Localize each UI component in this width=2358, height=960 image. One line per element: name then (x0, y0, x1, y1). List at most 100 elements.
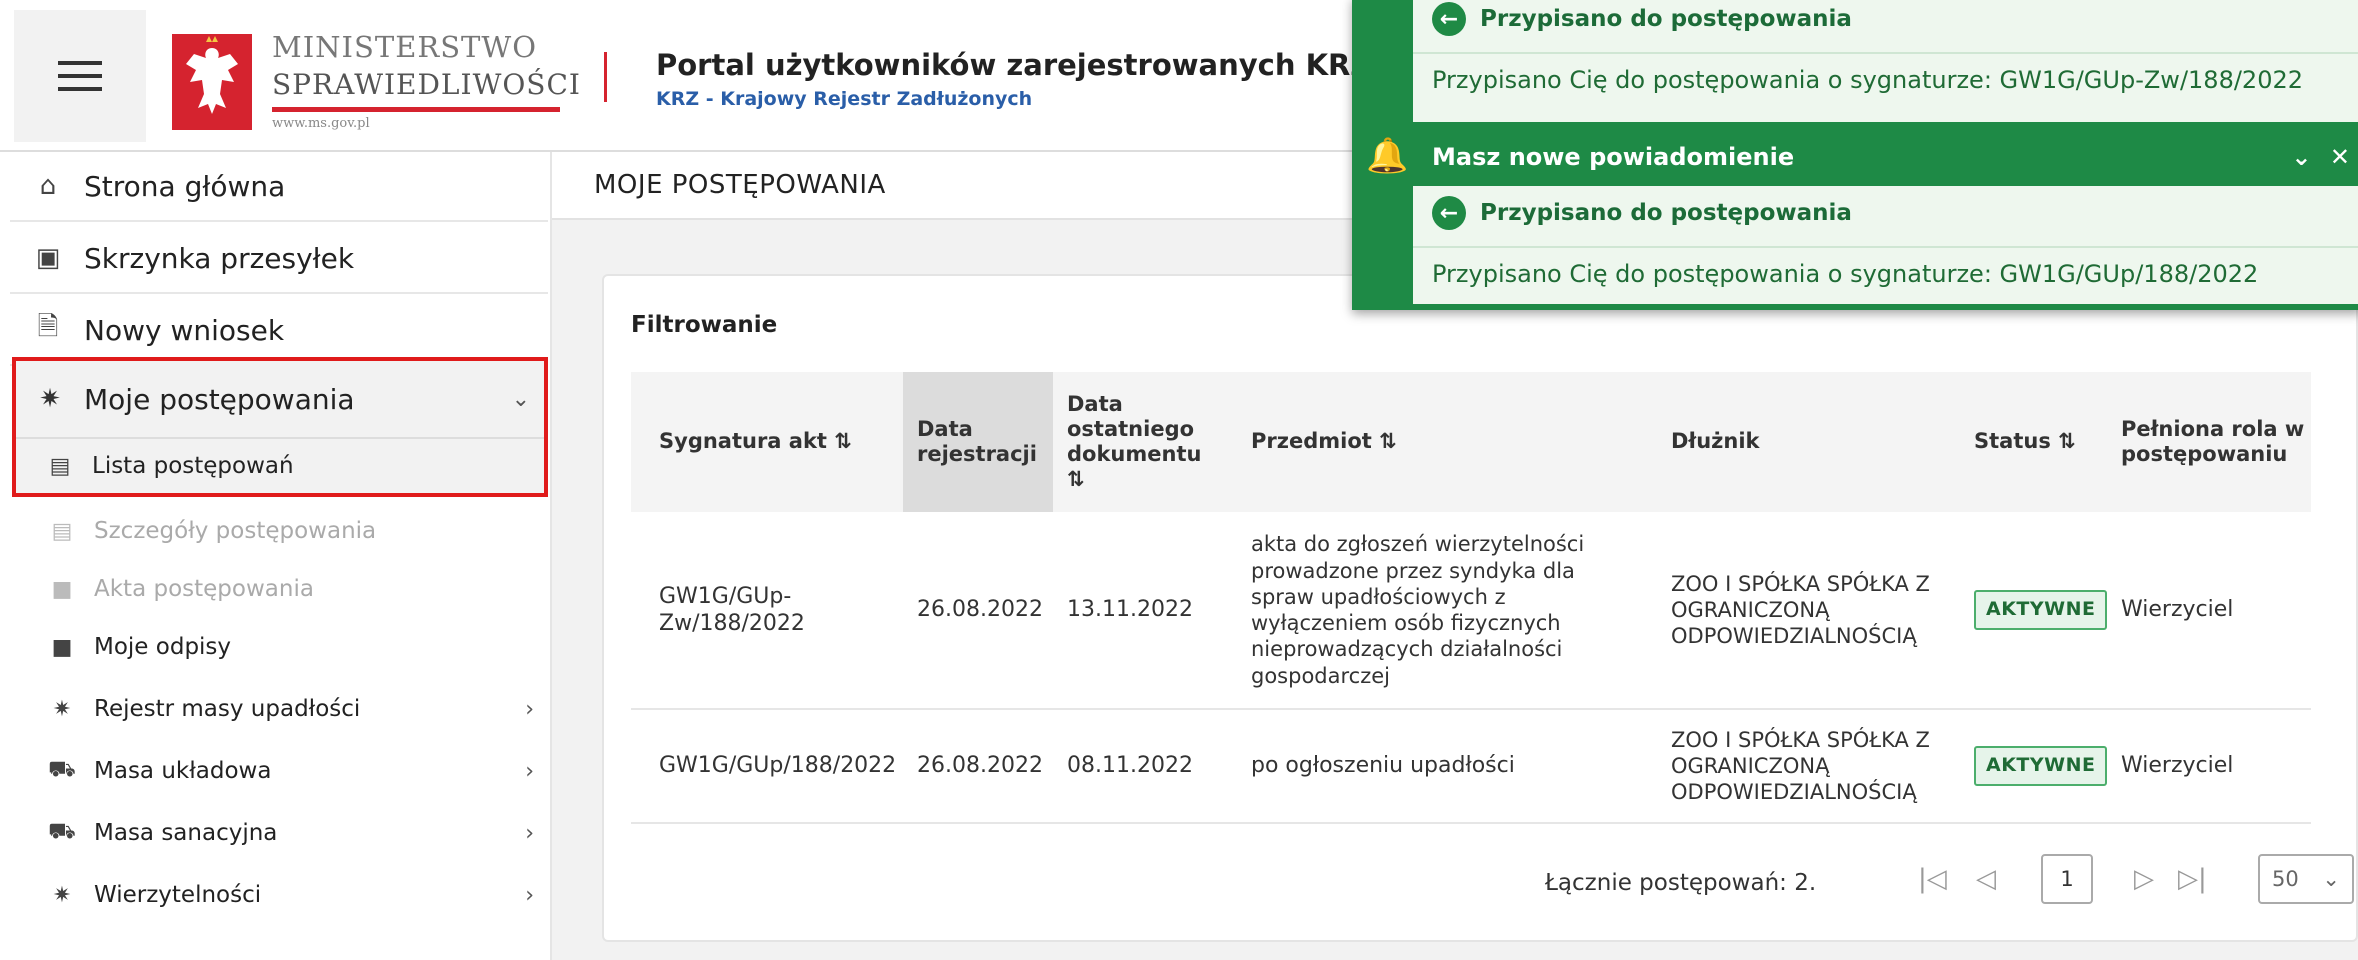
prev-page-icon[interactable]: ◁ (1976, 864, 1996, 894)
sidebar-item-label: Wierzytelności (94, 882, 262, 908)
cell-last-document-date: 13.11.2022 (1067, 597, 1193, 623)
sidebar-item-label: Nowy wniosek (84, 313, 285, 347)
column-header-role: Pełniona rola w postępowaniu (2121, 416, 2305, 466)
car-icon: ⛟ (48, 757, 76, 782)
hamburger-icon (58, 61, 102, 65)
briefcase-icon: ■ (51, 576, 73, 602)
logo-red-bar (272, 107, 560, 112)
ministry-logo[interactable]: MINISTERSTWO SPRAWIEDLIWOŚCI www.ms.gov.… (148, 12, 580, 138)
sidebar-item-inbox[interactable]: ▣ Skrzynka przesyłek (10, 224, 548, 294)
sidebar-item-label: Akta postępowania (94, 576, 314, 602)
gavel-icon: ✷ (52, 882, 72, 908)
chevron-down-icon: ⌄ (2322, 867, 2340, 891)
notification-text: Przypisano Cię do postępowania o sygnatu… (1432, 66, 2303, 94)
notification-panel: ← Przypisano do postępowania Przypisano … (1352, 0, 2358, 310)
cell-role: Wierzyciel (2121, 597, 2234, 623)
chevron-right-icon: › (525, 696, 534, 722)
logo-title-line1: MINISTERSTWO (272, 30, 537, 64)
status-badge: AKTYWNE (1974, 590, 2108, 630)
sidebar-item-label: Moje postępowania (84, 382, 355, 416)
notification-title: ← Przypisano do postępowania (1432, 196, 1852, 230)
sidebar-nav: ⌂ Strona główna ▣ Skrzynka przesyłek 🗎 N… (0, 152, 552, 960)
page-title: MOJE POSTĘPOWANIA (594, 170, 886, 200)
bell-icon: 🔔 (1366, 136, 1409, 176)
last-page-icon[interactable]: ▷| (2178, 864, 2207, 894)
cell-role: Wierzyciel (2121, 753, 2234, 779)
column-header-signature[interactable]: Sygnatura akt ⇅ (631, 372, 903, 512)
gavel-icon: ✷ (52, 696, 72, 722)
sidebar-item-proceeding-files[interactable]: ■ Akta postępowania (10, 560, 548, 618)
sidebar-item-new-application[interactable]: 🗎 Nowy wniosek (10, 296, 548, 366)
portal-title: Portal użytkowników zarejestrowanych KRZ (656, 48, 1372, 82)
first-page-icon[interactable]: |◁ (1918, 864, 1947, 894)
table-header: Sygnatura akt ⇅ Data rejestracji Data os… (631, 372, 2311, 512)
inbox-icon: ▣ (35, 243, 61, 273)
column-header-last-document-date[interactable]: Data ostatniego dokumentu ⇅ (1053, 372, 1223, 512)
chevron-right-icon: › (525, 820, 534, 846)
cell-debtor: ZOO I SPÓŁKA SPÓŁKA Z OGRANICZONĄ ODPOWI… (1671, 727, 1930, 805)
sidebar-item-arrangement-mass[interactable]: ⛟ Masa układowa › (10, 742, 548, 800)
page-number-input[interactable]: 1 (2041, 854, 2093, 904)
clipboard-user-icon: ▤ (49, 453, 71, 479)
cell-last-document-date: 08.11.2022 (1067, 753, 1193, 779)
sidebar-item-remedial-mass[interactable]: ⛟ Masa sanacyjna › (10, 804, 548, 862)
sidebar-item-home[interactable]: ⌂ Strona główna (10, 152, 548, 222)
clipboard-icon: ▤ (51, 518, 73, 544)
eagle-emblem-icon (170, 32, 254, 132)
arrow-left-circle-icon: ← (1432, 196, 1466, 230)
proceedings-card: Filtrowanie Sygnatura akt ⇅ Data rejestr… (602, 274, 2358, 942)
notification-divider (1413, 246, 2358, 248)
cell-status: AKTYWNE (1946, 512, 2108, 708)
chevron-right-icon: › (525, 882, 534, 908)
notification-text: Przypisano Cię do postępowania o sygnatu… (1432, 260, 2259, 288)
next-page-icon[interactable]: ▷ (2134, 864, 2154, 894)
column-header-registration-date[interactable]: Data rejestracji (903, 372, 1053, 512)
page-size-value: 50 (2272, 867, 2299, 891)
sidebar-item-proceeding-details[interactable]: ▤ Szczegóły postępowania (10, 502, 548, 560)
home-icon: ⌂ (39, 171, 57, 201)
logo-url: www.ms.gov.pl (272, 116, 370, 131)
close-icon[interactable]: ✕ (2330, 143, 2350, 171)
chevron-down-icon: ⌄ (511, 386, 530, 412)
column-header-status[interactable]: Status ⇅ (1946, 372, 2101, 512)
cell-subject: po ogłoszeniu upadłości (1251, 753, 1515, 779)
cell-debtor: ZOO I SPÓŁKA SPÓŁKA Z OGRANICZONĄ ODPOWI… (1671, 571, 1930, 649)
arrow-left-circle-icon: ← (1432, 2, 1466, 36)
header-divider (604, 52, 607, 102)
column-header-debtor: Dłużnik (1671, 429, 1760, 454)
sidebar-item-label: Szczegóły postępowania (94, 518, 377, 544)
sidebar-item-my-proceedings[interactable]: ✷ Moje postępowania ⌄ (16, 361, 544, 439)
cell-subject: akta do zgłoszeń wierzytelności prowadzo… (1251, 532, 1585, 688)
sidebar-item-label: Masa sanacyjna (94, 820, 278, 846)
cell-registration-date: 26.08.2022 (917, 753, 1043, 779)
filter-toggle[interactable]: Filtrowanie (631, 312, 777, 338)
notification-controls: ⌄ ✕ (2291, 143, 2350, 171)
column-header-subject[interactable]: Przedmiot ⇅ (1223, 372, 1643, 512)
car-icon: ⛟ (48, 819, 76, 844)
cell-registration-date: 26.08.2022 (917, 597, 1043, 623)
page-size-select[interactable]: 50 ⌄ (2258, 854, 2354, 904)
sidebar-item-claims[interactable]: ✷ Wierzytelności › (10, 866, 548, 924)
sidebar-item-proceedings-list[interactable]: ▤ Lista postępowań (16, 439, 544, 493)
sidebar-item-label: Lista postępowań (92, 453, 294, 479)
cell-status: AKTYWNE (1946, 710, 2108, 822)
sidebar-item-my-copies[interactable]: ■ Moje odpisy (10, 618, 548, 676)
sidebar-item-label: Moje odpisy (94, 634, 232, 660)
status-badge: AKTYWNE (1974, 746, 2108, 786)
sidebar-item-bankruptcy-register[interactable]: ✷ Rejestr masy upadłości › (10, 680, 548, 738)
document-icon: 🗎 (37, 312, 59, 342)
sidebar-item-label: Rejestr masy upadłości (94, 696, 361, 722)
notification-title: ← Przypisano do postępowania (1432, 2, 1852, 36)
portal-subtitle: KRZ - Krajowy Rejestr Zadłużonych (656, 88, 1033, 110)
chevron-down-icon[interactable]: ⌄ (2291, 143, 2311, 171)
sidebar-item-label: Strona główna (84, 169, 286, 203)
notification-divider (1413, 52, 2358, 54)
pager-total-count: Łącznie postępowań: 2. (1545, 870, 1817, 896)
sidebar-group-my-proceedings: ✷ Moje postępowania ⌄ ▤ Lista postępowań (12, 357, 548, 497)
menu-toggle-button[interactable] (14, 10, 146, 142)
logo-title-line2: SPRAWIEDLIWOŚCI (272, 68, 581, 101)
chevron-right-icon: › (525, 758, 534, 784)
sidebar-item-label: Masa układowa (94, 758, 272, 784)
cell-signature: GW1G/GUp-Zw/188/2022 (659, 583, 805, 637)
gavel-icon: ✷ (39, 384, 61, 414)
